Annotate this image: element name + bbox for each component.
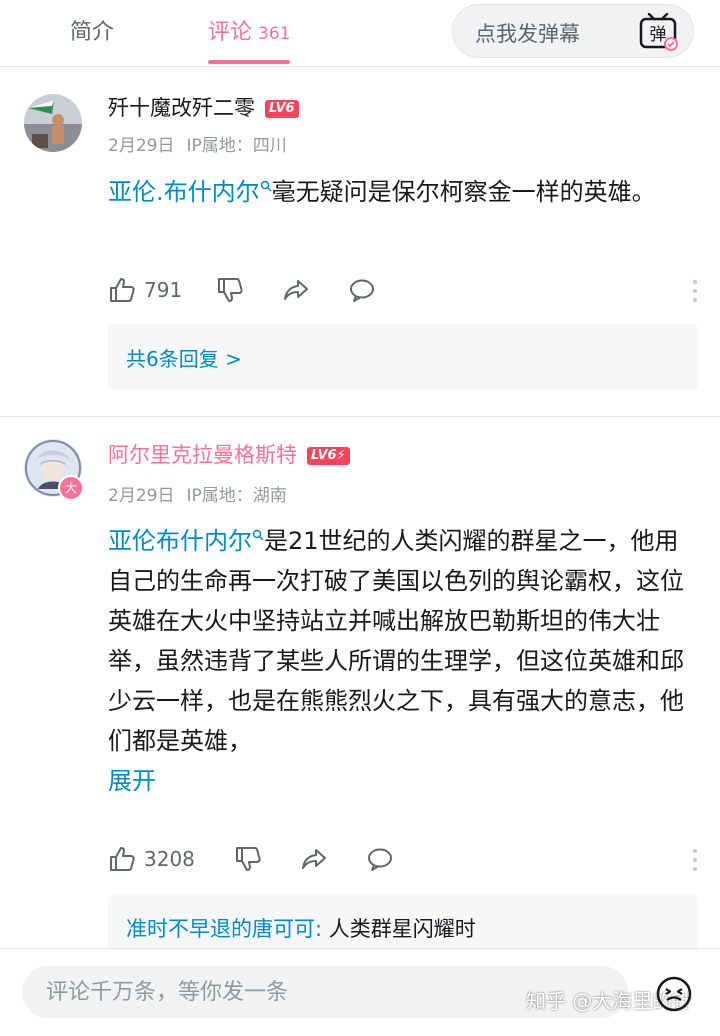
comment-body: 是21世纪的人类闪耀的群星之一，他用自己的生命再一次打破了美国以色列的舆论霸权，… xyxy=(108,527,684,755)
share-button[interactable] xyxy=(282,276,310,304)
share-icon xyxy=(302,849,326,869)
comment-body: 毫无疑问是保尔柯察金一样的英雄。 xyxy=(271,178,656,206)
comment-date: 2月29日 xyxy=(108,136,175,156)
tab-comments-label: 评论 xyxy=(208,20,253,45)
replies-box[interactable]: 共6条回复 > xyxy=(108,324,698,390)
thumbs-down-icon xyxy=(236,847,261,871)
username-text: 歼十魔改歼二零 xyxy=(108,96,255,120)
search-icon xyxy=(252,529,264,541)
comment-bubble-icon xyxy=(350,279,374,302)
danmaku-toggle-icon[interactable]: 弹 xyxy=(639,13,679,51)
dislike-button[interactable] xyxy=(234,845,262,873)
expand-link[interactable]: 展开 xyxy=(108,767,156,795)
view-replies-link[interactable]: 共6条回复 > xyxy=(126,343,242,372)
username[interactable]: 歼十魔改歼二零 LV6 xyxy=(108,92,299,122)
username[interactable]: 阿尔里克拉曼格斯特 LV6⚡ xyxy=(108,439,350,469)
dislike-button[interactable] xyxy=(216,276,244,304)
danmaku-icon-glyph: 弹 xyxy=(650,25,667,45)
ip-location: IP属地：四川 xyxy=(186,136,287,156)
search-link[interactable]: 亚伦布什内尔 xyxy=(108,527,252,555)
level-badge: LV6⚡ xyxy=(307,447,350,465)
like-button[interactable]: 791 xyxy=(108,276,182,304)
bottom-comment-bar: 知乎 @大海里的针 xyxy=(0,948,720,1036)
like-count: 3208 xyxy=(144,847,195,871)
comment-meta: 2月29日 IP属地：湖南 xyxy=(108,481,287,506)
reply-text: 人类群星闪耀时 xyxy=(322,917,476,941)
like-button[interactable]: 3208 xyxy=(108,845,195,873)
active-tab-indicator xyxy=(208,60,290,64)
emoji-icon[interactable] xyxy=(655,975,693,1013)
header: 简介 评论 361 点我发弹幕 弹 xyxy=(0,0,720,67)
thumbs-up-icon xyxy=(110,278,135,302)
reply-preview[interactable]: 准时不早退的唐可可: 人类群星闪耀时 xyxy=(126,913,476,943)
search-link[interactable]: 亚伦.布什内尔 xyxy=(108,178,260,206)
avatar[interactable]: 大 xyxy=(24,439,84,501)
comment-actions: 3208 xyxy=(108,845,698,877)
search-icon xyxy=(260,180,272,192)
avatar[interactable] xyxy=(24,94,82,152)
comment-count: 361 xyxy=(258,24,291,44)
reply-button[interactable] xyxy=(366,845,394,873)
thumbs-down-icon xyxy=(218,278,243,302)
ip-location: IP属地：湖南 xyxy=(186,486,287,506)
tab-comments[interactable]: 评论 361 xyxy=(208,14,290,46)
comment-text: 亚伦.布什内尔 毫无疑问是保尔柯察金一样的英雄。 xyxy=(108,172,688,212)
tab-intro[interactable]: 简介 xyxy=(70,14,114,46)
danmaku-input-button[interactable]: 点我发弹幕 弹 xyxy=(452,4,694,58)
comment-item: 大 阿尔里克拉曼格斯特 LV6⚡ 2月29日 IP属地：湖南 亚伦布什内尔 是21世纪… xyxy=(0,417,720,955)
reply-user[interactable]: 准时不早退的唐可可: xyxy=(126,917,322,941)
comment-meta: 2月29日 IP属地：四川 xyxy=(108,131,287,156)
comment-item: 歼十魔改歼二零 LV6 2月29日 IP属地：四川 亚伦.布什内尔 毫无疑问是保尔柯察… xyxy=(0,66,720,416)
replies-box[interactable]: 准时不早退的唐可可: 人类群星闪耀时 xyxy=(108,895,698,955)
share-icon xyxy=(284,280,308,300)
username-text: 阿尔里克拉曼格斯特 xyxy=(108,443,297,467)
comment-bubble-icon xyxy=(368,848,392,871)
like-count: 791 xyxy=(144,278,183,302)
comment-date: 2月29日 xyxy=(108,486,175,506)
more-options-icon[interactable] xyxy=(692,847,698,873)
avatar-image-icon xyxy=(24,94,82,152)
thumbs-up-icon xyxy=(110,847,135,871)
comment-text: 亚伦布什内尔 是21世纪的人类闪耀的群星之一，他用自己的生命再一次打破了美国以色列… xyxy=(108,521,688,801)
danmaku-placeholder: 点我发弹幕 xyxy=(475,22,580,46)
more-options-icon[interactable] xyxy=(692,278,698,304)
comment-actions: 791 xyxy=(108,276,698,308)
share-button[interactable] xyxy=(300,845,328,873)
reply-button[interactable] xyxy=(348,276,376,304)
avatar-badge: 大 xyxy=(58,475,84,501)
level-badge: LV6 xyxy=(265,100,299,118)
